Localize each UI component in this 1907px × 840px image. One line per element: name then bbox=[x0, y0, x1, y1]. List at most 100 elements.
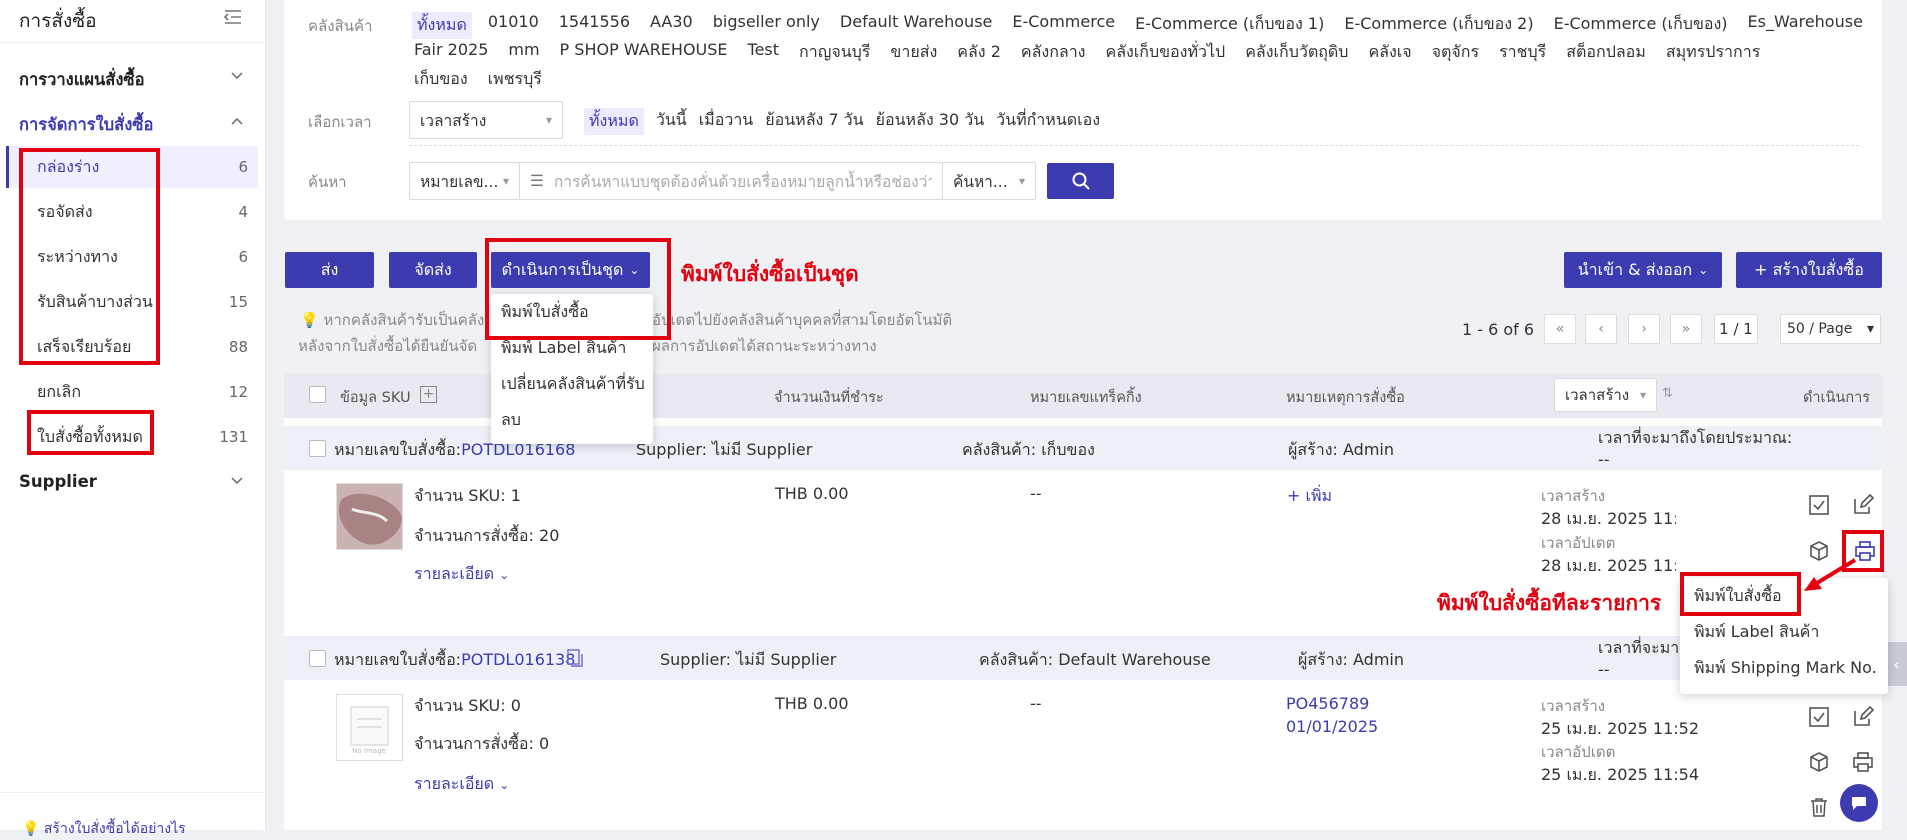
page-input[interactable]: 1 / 1 bbox=[1714, 314, 1758, 344]
warehouse: คลังสินค้า: เก็บของ bbox=[962, 440, 1095, 459]
warehouse-option[interactable]: คลัง 2 bbox=[957, 40, 1001, 65]
warehouse-option[interactable]: 01010 bbox=[488, 12, 539, 39]
time-option[interactable]: ทั้งหมด bbox=[584, 108, 644, 135]
row-checkbox[interactable] bbox=[309, 650, 326, 667]
row-checkbox[interactable] bbox=[309, 440, 326, 457]
note-value[interactable]: PO456789 bbox=[1286, 694, 1369, 713]
time-option[interactable]: วันนี้ bbox=[656, 108, 687, 135]
sidebar-item-count: 131 bbox=[219, 428, 248, 446]
tip-line-1b: อัปเดตไปยังคลังสินค้าบุคคลที่สามโดยอัตโน… bbox=[652, 311, 953, 329]
warehouse-option[interactable]: Fair 2025 bbox=[414, 40, 488, 65]
trash-icon[interactable] bbox=[1808, 796, 1830, 818]
warehouse-option[interactable]: เพชรบุรี bbox=[488, 67, 542, 92]
warehouse-option[interactable]: E-Commerce (เก็บของ 2) bbox=[1344, 12, 1533, 39]
chevron-down-icon[interactable] bbox=[230, 475, 244, 490]
time-option[interactable]: วันที่กำหนดเอง bbox=[996, 108, 1100, 135]
confirm-icon[interactable] bbox=[1808, 706, 1830, 728]
warehouse-option[interactable]: ทั้งหมด bbox=[412, 12, 472, 39]
search-button[interactable] bbox=[1047, 163, 1114, 199]
sort-icon[interactable]: ⇅ bbox=[1662, 386, 1673, 401]
po-link[interactable]: POTDL016138 bbox=[461, 650, 575, 669]
warehouse-option[interactable]: P SHOP WAREHOUSE bbox=[560, 40, 728, 65]
warehouse-option[interactable]: สต็อกปลอม bbox=[1566, 40, 1646, 65]
time-option[interactable]: ย้อนหลัง 7 วัน bbox=[765, 108, 863, 135]
product-thumbnail[interactable]: No Image bbox=[336, 694, 403, 761]
tracking: -- bbox=[1030, 694, 1042, 713]
edit-icon[interactable] bbox=[1852, 493, 1875, 516]
prev-page-icon[interactable]: ‹ bbox=[1585, 314, 1617, 344]
warehouse-option[interactable]: Default Warehouse bbox=[840, 12, 992, 39]
warehouse-row: Fair 2025 mm P SHOP WAREHOUSE Test กาญจน… bbox=[414, 40, 1760, 65]
warehouse-option[interactable]: คลังกลาง bbox=[1021, 40, 1086, 65]
create-po-button[interactable]: + สร้างใบสั่งซื้อ bbox=[1736, 252, 1882, 288]
copy-icon[interactable] bbox=[566, 648, 584, 672]
warehouse-option[interactable]: bigseller only bbox=[713, 12, 820, 39]
tip-line-2b: ผลการอัปเดตได้สถานะระหว่างทาง bbox=[652, 337, 877, 355]
search-label: ค้นหา bbox=[308, 173, 347, 191]
warehouse-option[interactable]: AA30 bbox=[650, 12, 693, 39]
add-note-link[interactable]: + เพิ่ม bbox=[1287, 484, 1332, 509]
sidebar-group-planning[interactable]: การวางแผนสั่งซื้อ bbox=[19, 67, 145, 93]
warehouse-option[interactable]: E-Commerce bbox=[1012, 12, 1115, 39]
edit-icon[interactable] bbox=[1852, 705, 1875, 728]
warehouse-option[interactable]: จตุจักร bbox=[1432, 40, 1479, 65]
creator: ผู้สร้าง: Admin bbox=[1298, 650, 1404, 669]
per-page-select[interactable]: 50 / Page ▾ bbox=[1780, 314, 1881, 344]
updated-time: 25 เม.ย. 2025 11:54 bbox=[1541, 765, 1700, 784]
details-toggle[interactable]: รายละเอียด ⌄ bbox=[414, 772, 509, 797]
time-type-select[interactable]: เวลาสร้าง ▾ bbox=[409, 101, 563, 139]
package-icon[interactable] bbox=[1808, 751, 1830, 773]
sort-select[interactable]: เวลาสร้าง ▾ bbox=[1554, 378, 1657, 412]
time-option[interactable]: ย้อนหลัง 30 วัน bbox=[876, 108, 985, 135]
send-button[interactable]: ส่ง bbox=[285, 252, 374, 288]
next-page-icon[interactable]: › bbox=[1628, 314, 1660, 344]
chevron-up-icon[interactable] bbox=[230, 115, 244, 130]
menu-item-delete[interactable]: ลบ bbox=[491, 402, 653, 438]
warehouse-option[interactable]: เก็บของ bbox=[414, 67, 468, 92]
collapse-panel-handle[interactable]: ‹ bbox=[1886, 642, 1907, 686]
warehouse-option[interactable]: mm bbox=[508, 40, 539, 65]
ship-button[interactable]: จัดส่ง bbox=[389, 252, 477, 288]
warehouse-option[interactable]: ขายส่ง bbox=[890, 40, 937, 65]
import-export-button[interactable]: นำเข้า & ส่งออก ⌄ bbox=[1564, 252, 1722, 288]
chat-button[interactable] bbox=[1840, 784, 1878, 822]
search-input[interactable]: ☰ การค้นหาแบบชุดต้องคั่นด้วยเครื่องหมายล… bbox=[519, 162, 943, 200]
help-link[interactable]: 💡 สร้างใบสั่งซื้อได้อย่างไร bbox=[22, 818, 186, 840]
confirm-icon[interactable] bbox=[1808, 494, 1830, 516]
chevron-down-icon[interactable] bbox=[230, 70, 244, 85]
warehouse-option[interactable]: ราชบุรี bbox=[1499, 40, 1546, 65]
col-tracking: หมายเลขแทร็คกิ้ง bbox=[1030, 390, 1142, 406]
time-options: ทั้งหมด วันนี้ เมื่อวาน ย้อนหลัง 7 วัน ย… bbox=[584, 108, 1100, 135]
sidebar-group-supplier[interactable]: Supplier bbox=[19, 472, 97, 491]
sidebar-item-cancelled[interactable]: ยกเลิก 12 bbox=[6, 371, 258, 413]
warehouse-option[interactable]: คลังเจ bbox=[1368, 40, 1411, 65]
warehouse-option[interactable]: 1541556 bbox=[559, 12, 630, 39]
menu-item-print-shipping-mark[interactable]: พิมพ์ Shipping Mark No. bbox=[1680, 650, 1888, 686]
sidebar-item-count: 88 bbox=[228, 338, 248, 356]
warehouse-option[interactable]: คลังเก็บของทั่วไป bbox=[1105, 40, 1225, 65]
details-toggle[interactable]: รายละเอียด ⌄ bbox=[414, 562, 509, 587]
collapse-menu-icon[interactable] bbox=[222, 6, 244, 28]
warehouse-option[interactable]: สมุทรปราการ bbox=[1666, 40, 1760, 65]
warehouse-option[interactable]: Es_Warehouse bbox=[1748, 12, 1863, 39]
time-option[interactable]: เมื่อวาน bbox=[699, 108, 754, 135]
note-value[interactable]: 01/01/2025 bbox=[1286, 717, 1378, 736]
warehouse-option[interactable]: กาญจนบุรี bbox=[799, 40, 870, 65]
first-page-icon[interactable]: « bbox=[1544, 314, 1576, 344]
divider bbox=[0, 792, 266, 793]
warehouse-option[interactable]: คลังเก็บวัตถุดิบ bbox=[1245, 40, 1348, 65]
warehouse-option[interactable]: E-Commerce (เก็บของ) bbox=[1554, 12, 1728, 39]
warehouse-option[interactable]: Test bbox=[748, 40, 780, 65]
menu-item-print-label[interactable]: พิมพ์ Label สินค้า bbox=[1680, 614, 1888, 650]
warehouse-option[interactable]: E-Commerce (เก็บของ 1) bbox=[1135, 12, 1324, 39]
menu-item-change-warehouse[interactable]: เปลี่ยนคลังสินค้าที่รับ bbox=[491, 366, 653, 402]
chevron-down-icon: ▾ bbox=[1866, 321, 1874, 337]
print-icon[interactable] bbox=[1852, 751, 1874, 773]
expand-icon[interactable]: + bbox=[420, 386, 437, 403]
last-page-icon[interactable]: » bbox=[1670, 314, 1702, 344]
product-thumbnail[interactable] bbox=[336, 483, 403, 550]
search-type-select[interactable]: หมายเลข... ▾ bbox=[409, 162, 520, 200]
search-mode-select[interactable]: ค้นหา... ▾ bbox=[942, 162, 1036, 200]
sidebar-group-po-management[interactable]: การจัดการใบสั่งซื้อ bbox=[19, 112, 153, 138]
select-all-checkbox[interactable] bbox=[309, 386, 326, 403]
